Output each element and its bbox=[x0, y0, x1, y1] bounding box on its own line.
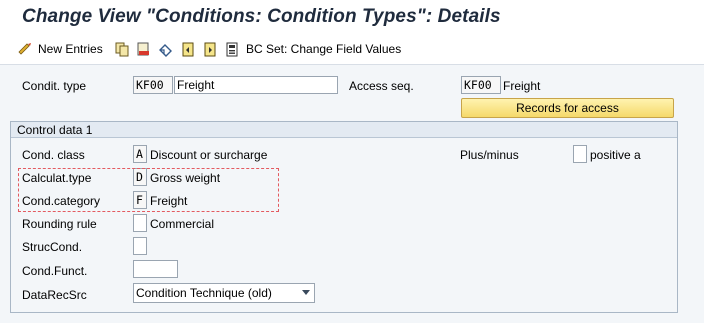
cond-class-label: Cond. class bbox=[22, 148, 85, 162]
application-toolbar: New Entries BC Set: Change Field Values bbox=[0, 36, 704, 65]
condit-type-key-field[interactable]: KF00 bbox=[133, 76, 173, 94]
data-rec-src-value: Condition Technique (old) bbox=[136, 286, 272, 300]
condit-type-label: Condit. type bbox=[22, 79, 87, 93]
rounding-rule-label: Rounding rule bbox=[22, 217, 97, 231]
plus-minus-description: positive a bbox=[590, 148, 641, 162]
copy-button[interactable] bbox=[115, 39, 130, 59]
bc-set-button[interactable]: BC Set: Change Field Values bbox=[225, 39, 401, 59]
control-data-title: Control data 1 bbox=[11, 122, 677, 138]
cond-class-field[interactable]: A bbox=[133, 145, 147, 163]
bc-set-icon bbox=[225, 42, 240, 57]
plus-minus-field[interactable] bbox=[573, 145, 587, 163]
new-entries-label: New Entries bbox=[38, 42, 103, 56]
chevron-down-icon bbox=[302, 290, 310, 295]
cond-class-description: Discount or surcharge bbox=[150, 148, 268, 162]
previous-entry-icon bbox=[181, 42, 196, 57]
plus-minus-label: Plus/minus bbox=[460, 148, 519, 162]
access-seq-description: Freight bbox=[503, 79, 541, 93]
copy-icon bbox=[115, 42, 130, 57]
window-title: Change View "Conditions: Condition Types… bbox=[22, 6, 501, 27]
cond-funct-label: Cond.Funct. bbox=[22, 264, 88, 278]
previous-entry-button[interactable] bbox=[181, 39, 196, 59]
rounding-rule-description: Commercial bbox=[150, 217, 215, 231]
delete-button[interactable] bbox=[136, 39, 151, 59]
data-rec-src-label: DataRecSrc bbox=[22, 288, 87, 302]
delete-icon bbox=[136, 42, 151, 57]
struc-cond-field[interactable] bbox=[133, 237, 147, 255]
bc-set-label: BC Set: Change Field Values bbox=[246, 42, 402, 56]
glasses-icon bbox=[18, 42, 33, 57]
next-entry-button[interactable] bbox=[203, 39, 218, 59]
access-seq-label: Access seq. bbox=[349, 79, 414, 93]
undo-icon bbox=[158, 42, 173, 57]
undo-button[interactable] bbox=[158, 39, 173, 59]
rounding-rule-field[interactable] bbox=[133, 214, 147, 232]
next-entry-icon bbox=[203, 42, 218, 57]
access-seq-key-field[interactable]: KF00 bbox=[461, 76, 501, 94]
new-entries-button[interactable]: New Entries bbox=[18, 39, 103, 59]
cond-funct-field[interactable] bbox=[133, 260, 178, 278]
struc-cond-label: StrucCond. bbox=[22, 240, 83, 254]
condit-type-description-field[interactable]: Freight bbox=[174, 76, 338, 94]
data-rec-src-dropdown[interactable]: Condition Technique (old) bbox=[133, 283, 315, 303]
highlight-box bbox=[18, 168, 279, 212]
title-bar: Change View "Conditions: Condition Types… bbox=[0, 0, 704, 36]
records-for-access-button[interactable]: Records for access bbox=[461, 98, 674, 118]
